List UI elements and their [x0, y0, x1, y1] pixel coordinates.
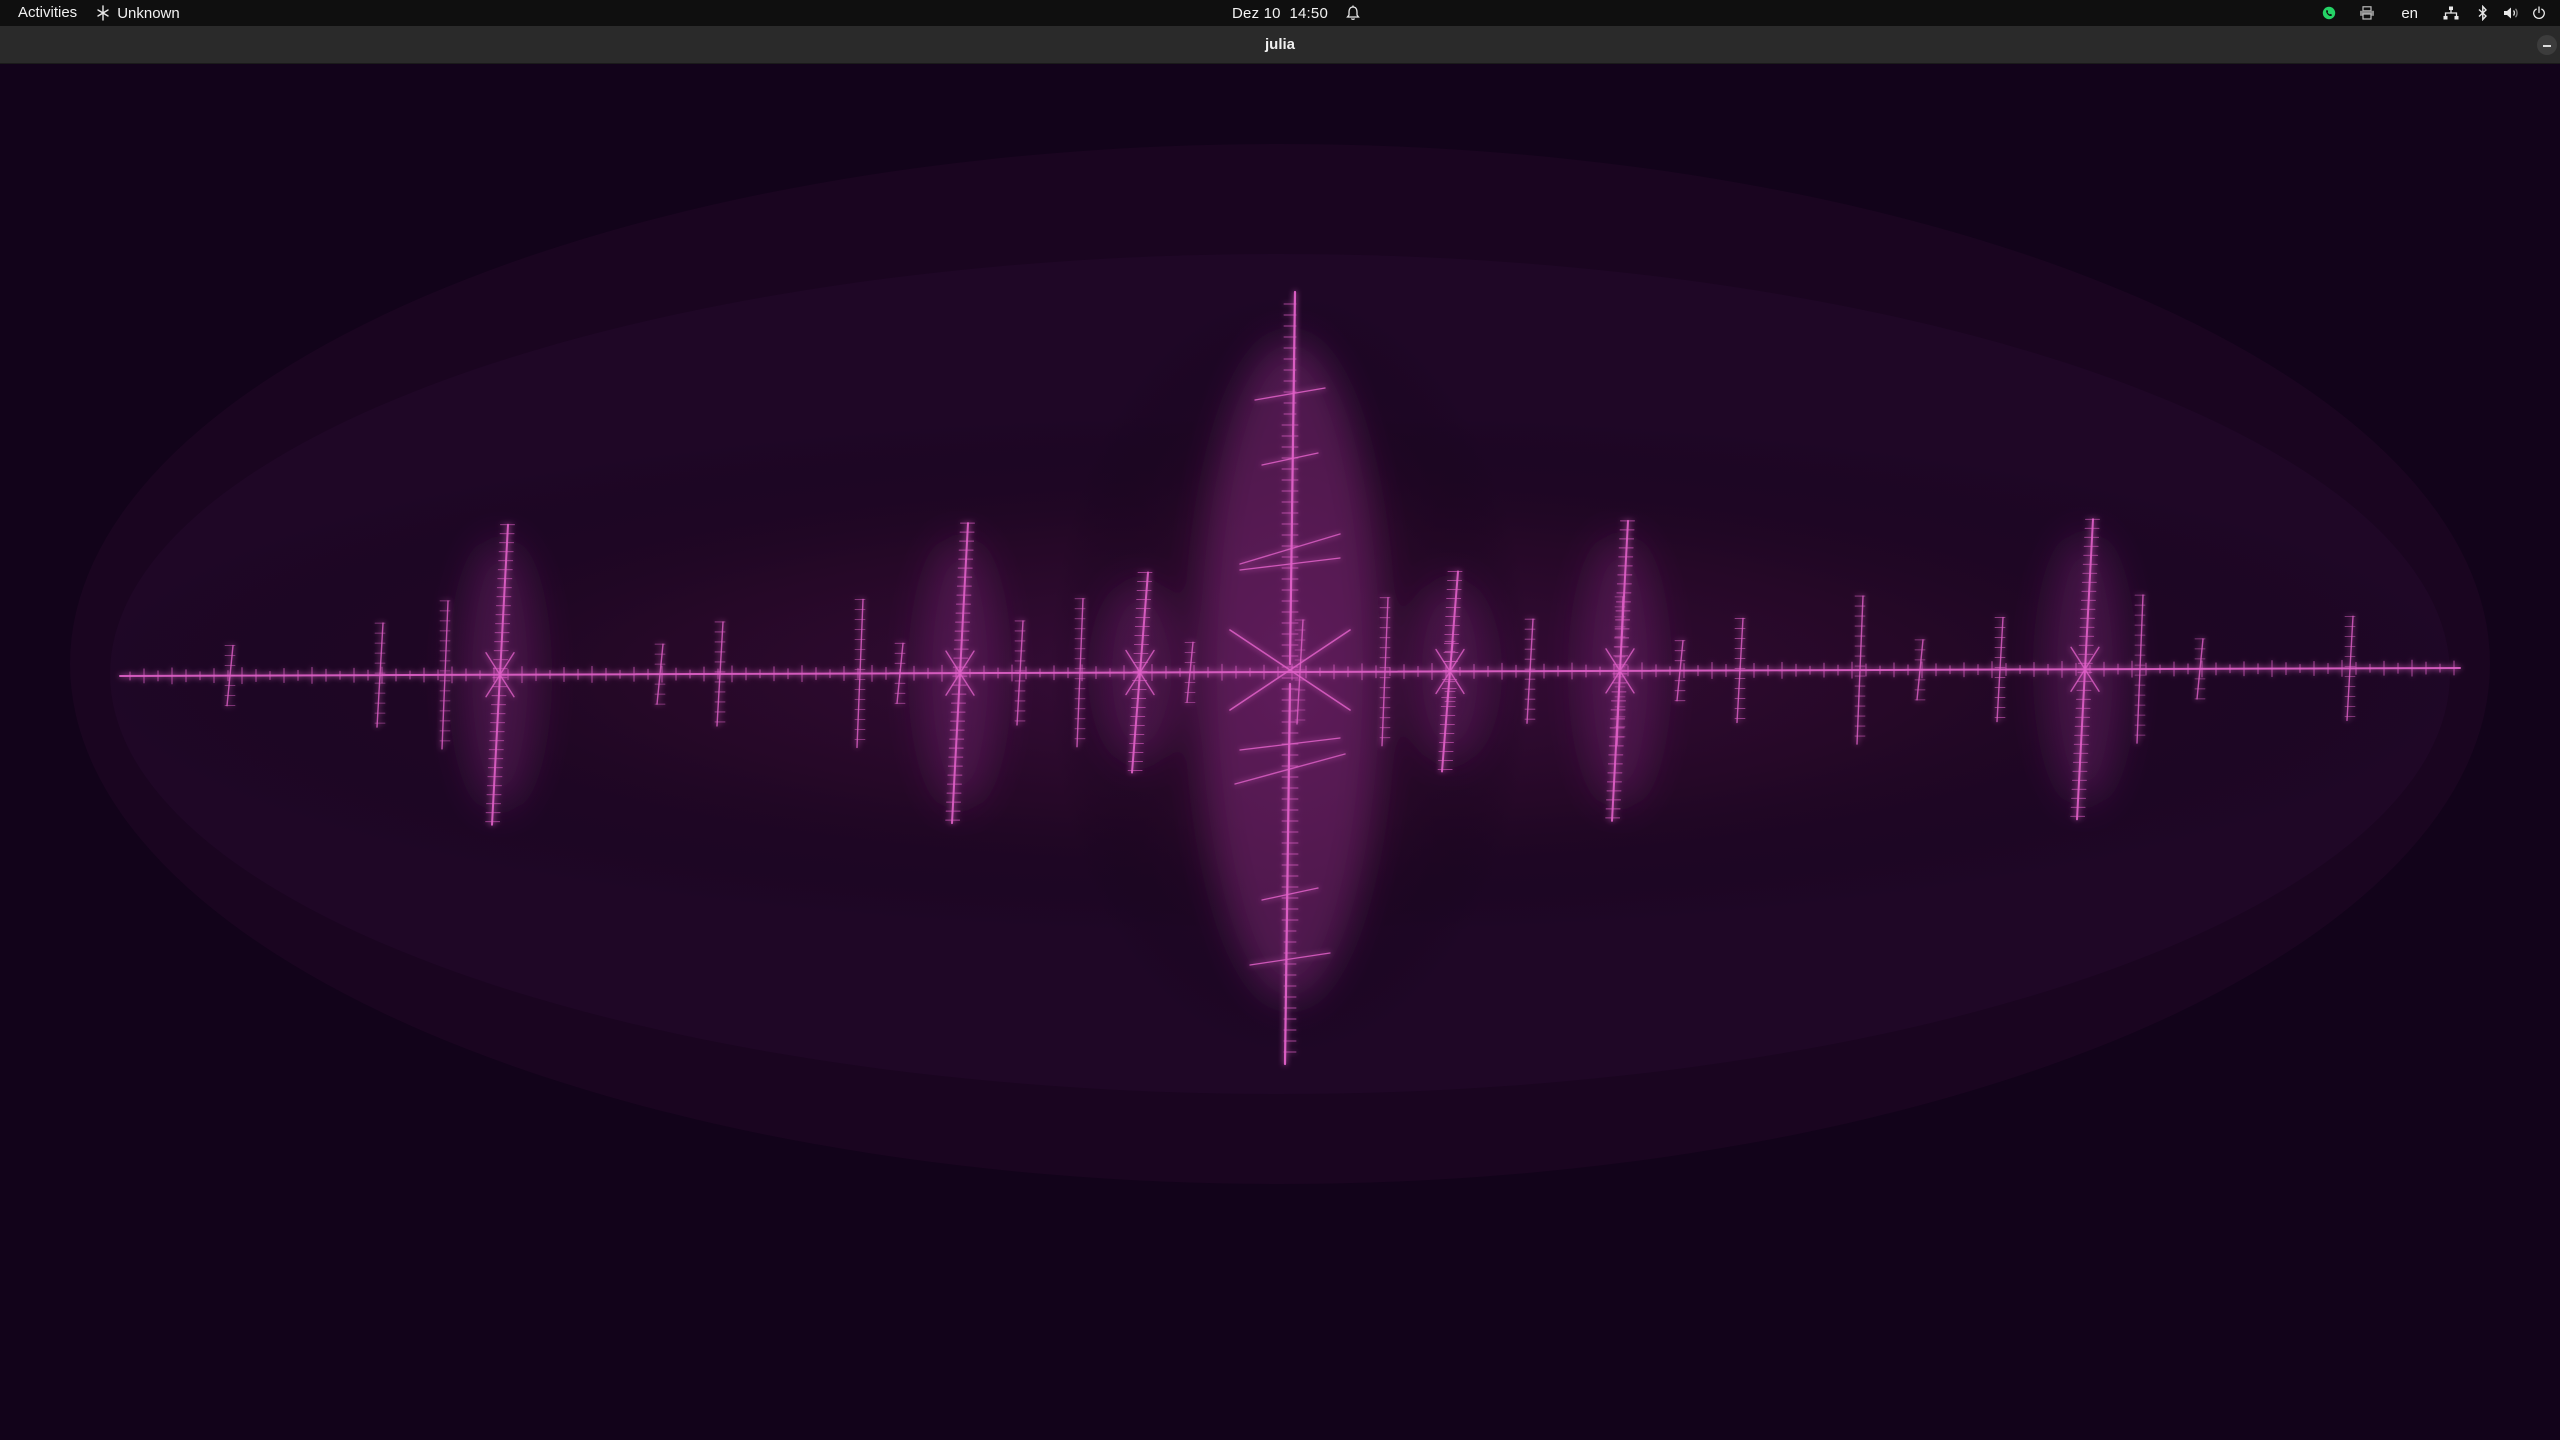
app-menu-button[interactable]: Unknown — [95, 0, 192, 26]
fractal-canvas[interactable] — [0, 64, 2560, 1440]
language-indicator[interactable]: en — [2387, 0, 2432, 26]
clock-button[interactable]: Dez 10 14:50 — [1232, 0, 1360, 26]
power-menu-button[interactable] — [2526, 0, 2560, 26]
alarm-icon — [1346, 5, 1360, 21]
network-tray-button[interactable] — [2432, 0, 2470, 26]
app-icon — [97, 5, 109, 21]
app-name: Unknown — [117, 4, 180, 22]
window-titlebar[interactable]: julia — [0, 26, 2560, 64]
top-bar: Activities Unknown Dez 10 14:50 en — [0, 0, 2560, 26]
minimize-button[interactable] — [2537, 35, 2557, 55]
bluetooth-icon — [2478, 5, 2487, 21]
printer-icon — [2360, 6, 2375, 20]
julia-fractal-image — [70, 144, 2490, 1184]
network-icon — [2443, 6, 2459, 20]
whatsapp-icon — [2323, 6, 2336, 20]
top-bar-left: Activities Unknown — [0, 0, 192, 26]
power-icon — [2533, 6, 2545, 20]
activities-button[interactable]: Activities — [0, 0, 95, 26]
volume-tray-button[interactable] — [2496, 0, 2526, 26]
bluetooth-tray-button[interactable] — [2470, 0, 2496, 26]
window-title: julia — [1264, 36, 1295, 53]
volume-icon — [2504, 7, 2518, 19]
system-tray: en — [2311, 0, 2560, 26]
printer-tray-button[interactable] — [2347, 0, 2387, 26]
clock-label: Dez 10 14:50 — [1232, 4, 1328, 22]
minimize-icon — [2543, 45, 2551, 47]
whatsapp-tray-button[interactable] — [2311, 0, 2347, 26]
